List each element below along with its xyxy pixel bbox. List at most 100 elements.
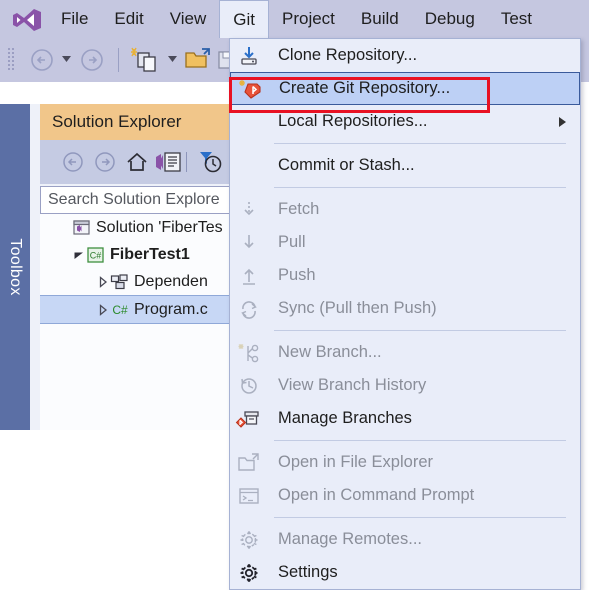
pull-icon — [234, 232, 264, 254]
main-menu-bar: File Edit View Git Project Build Debug Test — [0, 0, 589, 38]
csharp-project-icon: C# — [86, 246, 106, 264]
git-dropdown-menu: Clone Repository... Create Git Repository… — [229, 38, 581, 590]
menu-label: Test — [500, 9, 533, 28]
menu-item-list: File Edit View Git Project Build Debug Test — [48, 0, 545, 38]
open-file-explorer-icon — [234, 452, 264, 474]
menu-view[interactable]: View — [157, 0, 220, 38]
settings-gear-icon — [234, 562, 264, 584]
none — [234, 155, 264, 177]
menu-label: View — [169, 9, 207, 28]
menu-separator — [274, 143, 566, 144]
toolbar-separator — [186, 152, 187, 172]
menu-item-label: Create Git Repository... — [279, 79, 451, 97]
toolbar-separator — [118, 48, 119, 72]
menu-project[interactable]: Project — [269, 0, 348, 38]
visual-studio-logo-icon — [12, 8, 42, 32]
menu-separator — [274, 330, 566, 331]
menu-git[interactable]: Git — [219, 0, 269, 38]
tree-item-label: Solution 'FiberTes — [96, 218, 223, 236]
menu-item-push: Push — [230, 259, 580, 292]
page-title: Solution Explorer — [52, 112, 182, 131]
menu-item-label: Push — [278, 266, 316, 284]
tree-item-label: Program.c — [134, 300, 208, 318]
push-icon — [234, 265, 264, 287]
command-prompt-icon — [234, 485, 264, 507]
none — [234, 111, 264, 133]
menu-label: Debug — [424, 9, 475, 28]
open-folder-icon[interactable] — [184, 46, 214, 74]
navigate-back-icon[interactable] — [28, 46, 56, 74]
forward-icon[interactable] — [92, 149, 118, 175]
search-input-placeholder: Search Solution Explore — [48, 191, 220, 208]
new-branch-icon — [234, 342, 264, 364]
menu-item-label: Local Repositories... — [278, 112, 428, 130]
menu-debug[interactable]: Debug — [412, 0, 488, 38]
menu-item-open-in-command-prompt: Open in Command Prompt — [230, 479, 580, 512]
navigate-forward-icon[interactable] — [78, 46, 106, 74]
manage-remotes-icon — [234, 529, 264, 551]
menu-separator — [274, 187, 566, 188]
menu-item-settings[interactable]: Settings — [230, 556, 580, 589]
submenu-arrow-icon — [559, 117, 566, 127]
tree-item[interactable]: C# Program.c — [40, 295, 230, 324]
toolbox-tab[interactable]: Toolbox — [0, 104, 30, 430]
fetch-icon — [234, 199, 264, 221]
menu-item-label: Pull — [278, 233, 306, 251]
chevron-down-icon[interactable] — [72, 248, 86, 262]
menu-label: Build — [360, 9, 399, 28]
back-icon[interactable] — [60, 149, 86, 175]
tree-item[interactable]: Solution 'FiberTes — [40, 214, 230, 241]
menu-item-sync-pull-then-push: Sync (Pull then Push) — [230, 292, 580, 325]
menu-item-label: Sync (Pull then Push) — [278, 299, 437, 317]
menu-item-label: Clone Repository... — [278, 46, 418, 64]
navigate-back-dropdown-icon[interactable] — [62, 56, 71, 62]
manage-branches-icon — [234, 408, 264, 430]
menu-file[interactable]: File — [48, 0, 101, 38]
menu-item-pull: Pull — [230, 226, 580, 259]
menu-item-label: New Branch... — [278, 343, 382, 361]
sync-icon — [234, 298, 264, 320]
svg-text:C#: C# — [112, 303, 128, 317]
tree-item-label: Dependen — [134, 272, 208, 290]
csharp-file-icon: C# — [110, 301, 130, 319]
menu-item-label: Open in Command Prompt — [278, 486, 475, 504]
toolbar-grip[interactable] — [8, 48, 16, 72]
menu-edit[interactable]: Edit — [101, 0, 156, 38]
menu-item-manage-branches[interactable]: Manage Branches — [230, 402, 580, 435]
pending-changes-filter-icon[interactable] — [196, 149, 226, 175]
solution-explorer-toolbar — [40, 140, 230, 184]
menu-item-commit-or-stash[interactable]: Commit or Stash... — [230, 149, 580, 182]
solution-tree: Solution 'FiberTes C# FiberTest1 Dependen C#… — [40, 214, 230, 430]
menu-item-manage-remotes: Manage Remotes... — [230, 523, 580, 556]
chevron-right-icon[interactable] — [96, 303, 110, 317]
menu-item-clone-repository[interactable]: Clone Repository... — [230, 39, 580, 72]
tree-item[interactable]: C# FiberTest1 — [40, 241, 230, 268]
menu-item-label: View Branch History — [278, 376, 427, 394]
menu-label: Edit — [114, 9, 144, 28]
search-input[interactable]: Search Solution Explore — [40, 186, 230, 214]
tree-item[interactable]: Dependen — [40, 268, 230, 295]
menu-item-label: Manage Remotes... — [278, 530, 422, 548]
visual-studio-window: File Edit View Git Project Build Debug Test — [0, 0, 589, 590]
dependencies-icon — [110, 273, 130, 291]
menu-item-label: Fetch — [278, 200, 320, 218]
toolbox-tab-label: Toolbox — [7, 238, 24, 296]
solution-view-icon[interactable] — [154, 149, 184, 175]
new-project-dropdown-icon[interactable] — [168, 56, 177, 62]
chevron-right-icon[interactable] — [96, 275, 110, 289]
svg-text:C#: C# — [90, 250, 102, 260]
menu-build[interactable]: Build — [348, 0, 412, 38]
solution-icon — [72, 219, 92, 237]
menu-separator — [274, 517, 566, 518]
menu-test[interactable]: Test — [488, 0, 545, 38]
home-icon[interactable] — [124, 149, 150, 175]
menu-item-label: Commit or Stash... — [278, 156, 415, 174]
new-project-icon[interactable] — [130, 46, 164, 74]
menu-item-label: Open in File Explorer — [278, 453, 433, 471]
menu-item-create-git-repository[interactable]: Create Git Repository... — [230, 72, 580, 105]
menu-label: Git — [233, 9, 255, 29]
solution-explorer-title-bar[interactable]: Solution Explorer — [40, 104, 230, 140]
menu-item-view-branch-history: View Branch History — [230, 369, 580, 402]
menu-label: Project — [281, 9, 335, 28]
menu-item-local-repositories[interactable]: Local Repositories... — [230, 105, 580, 138]
